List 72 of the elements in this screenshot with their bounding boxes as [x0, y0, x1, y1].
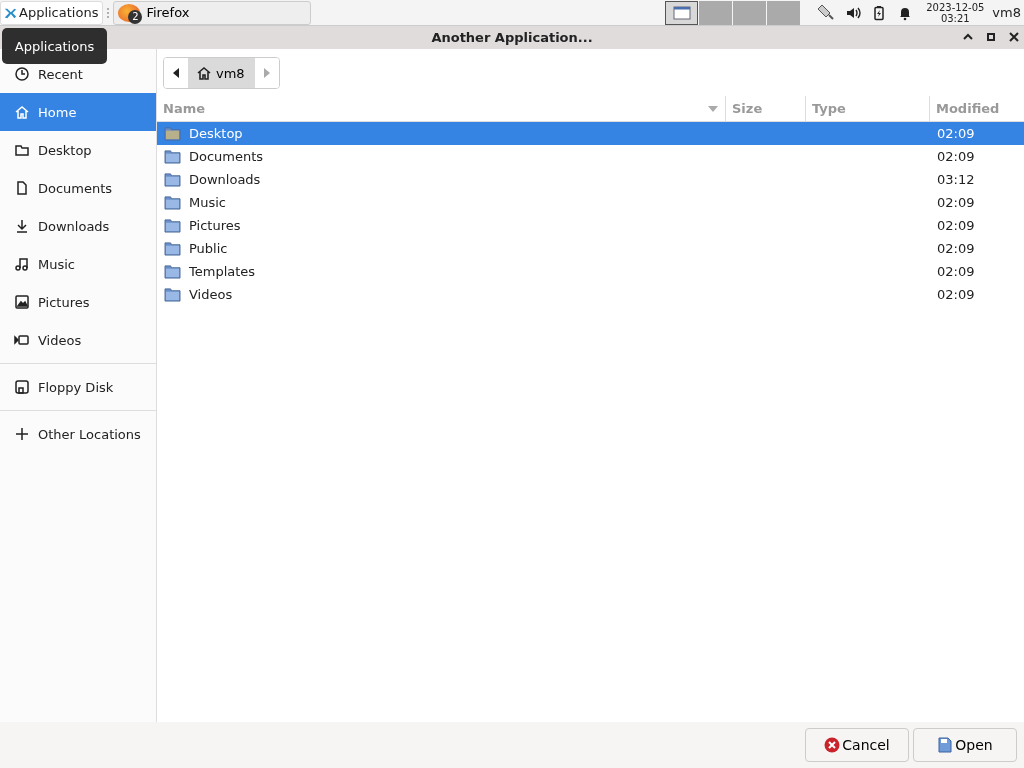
modified-time: 02:09	[937, 149, 975, 164]
sidebar-item[interactable]: Documents	[0, 169, 156, 207]
modified-time: 03:12	[937, 172, 975, 187]
desktop-folder-icon	[164, 126, 181, 141]
tooltip: Applications	[2, 28, 107, 64]
picture-icon	[14, 294, 30, 310]
file-name: Downloads	[189, 172, 261, 187]
folder-icon	[164, 287, 181, 302]
user-name[interactable]: vm8	[992, 5, 1021, 20]
folder-icon	[164, 149, 181, 164]
sidebar-item[interactable]: Floppy Disk	[0, 368, 156, 406]
maximize-icon[interactable]	[985, 31, 997, 43]
cancel-icon	[824, 737, 841, 753]
applications-button[interactable]: Applications	[0, 0, 104, 25]
window-icon	[672, 5, 691, 20]
folder-icon	[164, 195, 181, 210]
sidebar-item[interactable]: Desktop	[0, 131, 156, 169]
window-title: Another Application...	[431, 30, 593, 45]
file-row[interactable]: Desktop 02:09	[157, 122, 1024, 145]
file-name: Pictures	[189, 218, 241, 233]
file-row[interactable]: Pictures 02:09	[157, 214, 1024, 237]
close-icon[interactable]	[1008, 31, 1020, 43]
cancel-button[interactable]: Cancel	[805, 728, 909, 762]
workspace-button[interactable]	[665, 0, 699, 25]
home-icon	[14, 104, 30, 120]
modified-time: 02:09	[937, 126, 975, 141]
open-button[interactable]: Open	[913, 728, 1017, 762]
folder-icon	[164, 264, 181, 279]
folder-icon	[164, 218, 181, 233]
file-name: Public	[189, 241, 228, 256]
file-name: Music	[189, 195, 226, 210]
file-name: Videos	[189, 287, 233, 302]
file-row[interactable]: Templates 02:09	[157, 260, 1024, 283]
modified-time: 02:09	[937, 287, 975, 302]
taskbar-button[interactable]: 2 Firefox	[113, 0, 312, 25]
sidebar-item[interactable]: Home	[0, 93, 156, 131]
folder-icon	[14, 142, 30, 158]
sidebar-item[interactable]: Downloads	[0, 207, 156, 245]
file-name: Documents	[189, 149, 264, 164]
right-arrow-icon	[262, 67, 271, 79]
window-count-badge: 2	[128, 9, 143, 24]
file-row[interactable]: Videos 02:09	[157, 283, 1024, 306]
grip-icon[interactable]	[106, 6, 111, 19]
music-icon	[14, 256, 30, 272]
document-icon	[937, 737, 954, 753]
sidebar-item[interactable]: Music	[0, 245, 156, 283]
path-button[interactable]: vm8	[188, 58, 255, 88]
file-row[interactable]: Public 02:09	[157, 237, 1024, 260]
sort-down-icon	[707, 104, 719, 113]
file-row[interactable]: Music 02:09	[157, 191, 1024, 214]
sidebar-item[interactable]: Pictures	[0, 283, 156, 321]
modified-time: 02:09	[937, 264, 975, 279]
modified-time: 02:09	[937, 241, 975, 256]
left-arrow-icon	[172, 67, 180, 79]
time-text: 03:21	[940, 12, 970, 24]
sidebar-item[interactable]: Videos	[0, 321, 156, 359]
file-name: Desktop	[189, 126, 243, 141]
sidebar-item[interactable]: Other Locations	[0, 415, 156, 453]
modified-time: 02:09	[937, 195, 975, 210]
file-row[interactable]: Downloads 03:12	[157, 168, 1024, 191]
document-icon	[14, 180, 30, 196]
file-row[interactable]: Documents 02:09	[157, 145, 1024, 168]
floppy-icon	[14, 379, 30, 395]
modified-time: 02:09	[937, 218, 975, 233]
folder-icon	[164, 172, 181, 187]
video-icon	[14, 332, 30, 348]
folder-icon	[164, 241, 181, 256]
recent-icon	[14, 66, 30, 82]
download-icon	[14, 218, 30, 234]
file-name: Templates	[189, 264, 256, 279]
date-text: 2023-12-05	[926, 1, 985, 13]
home-icon	[196, 65, 212, 81]
